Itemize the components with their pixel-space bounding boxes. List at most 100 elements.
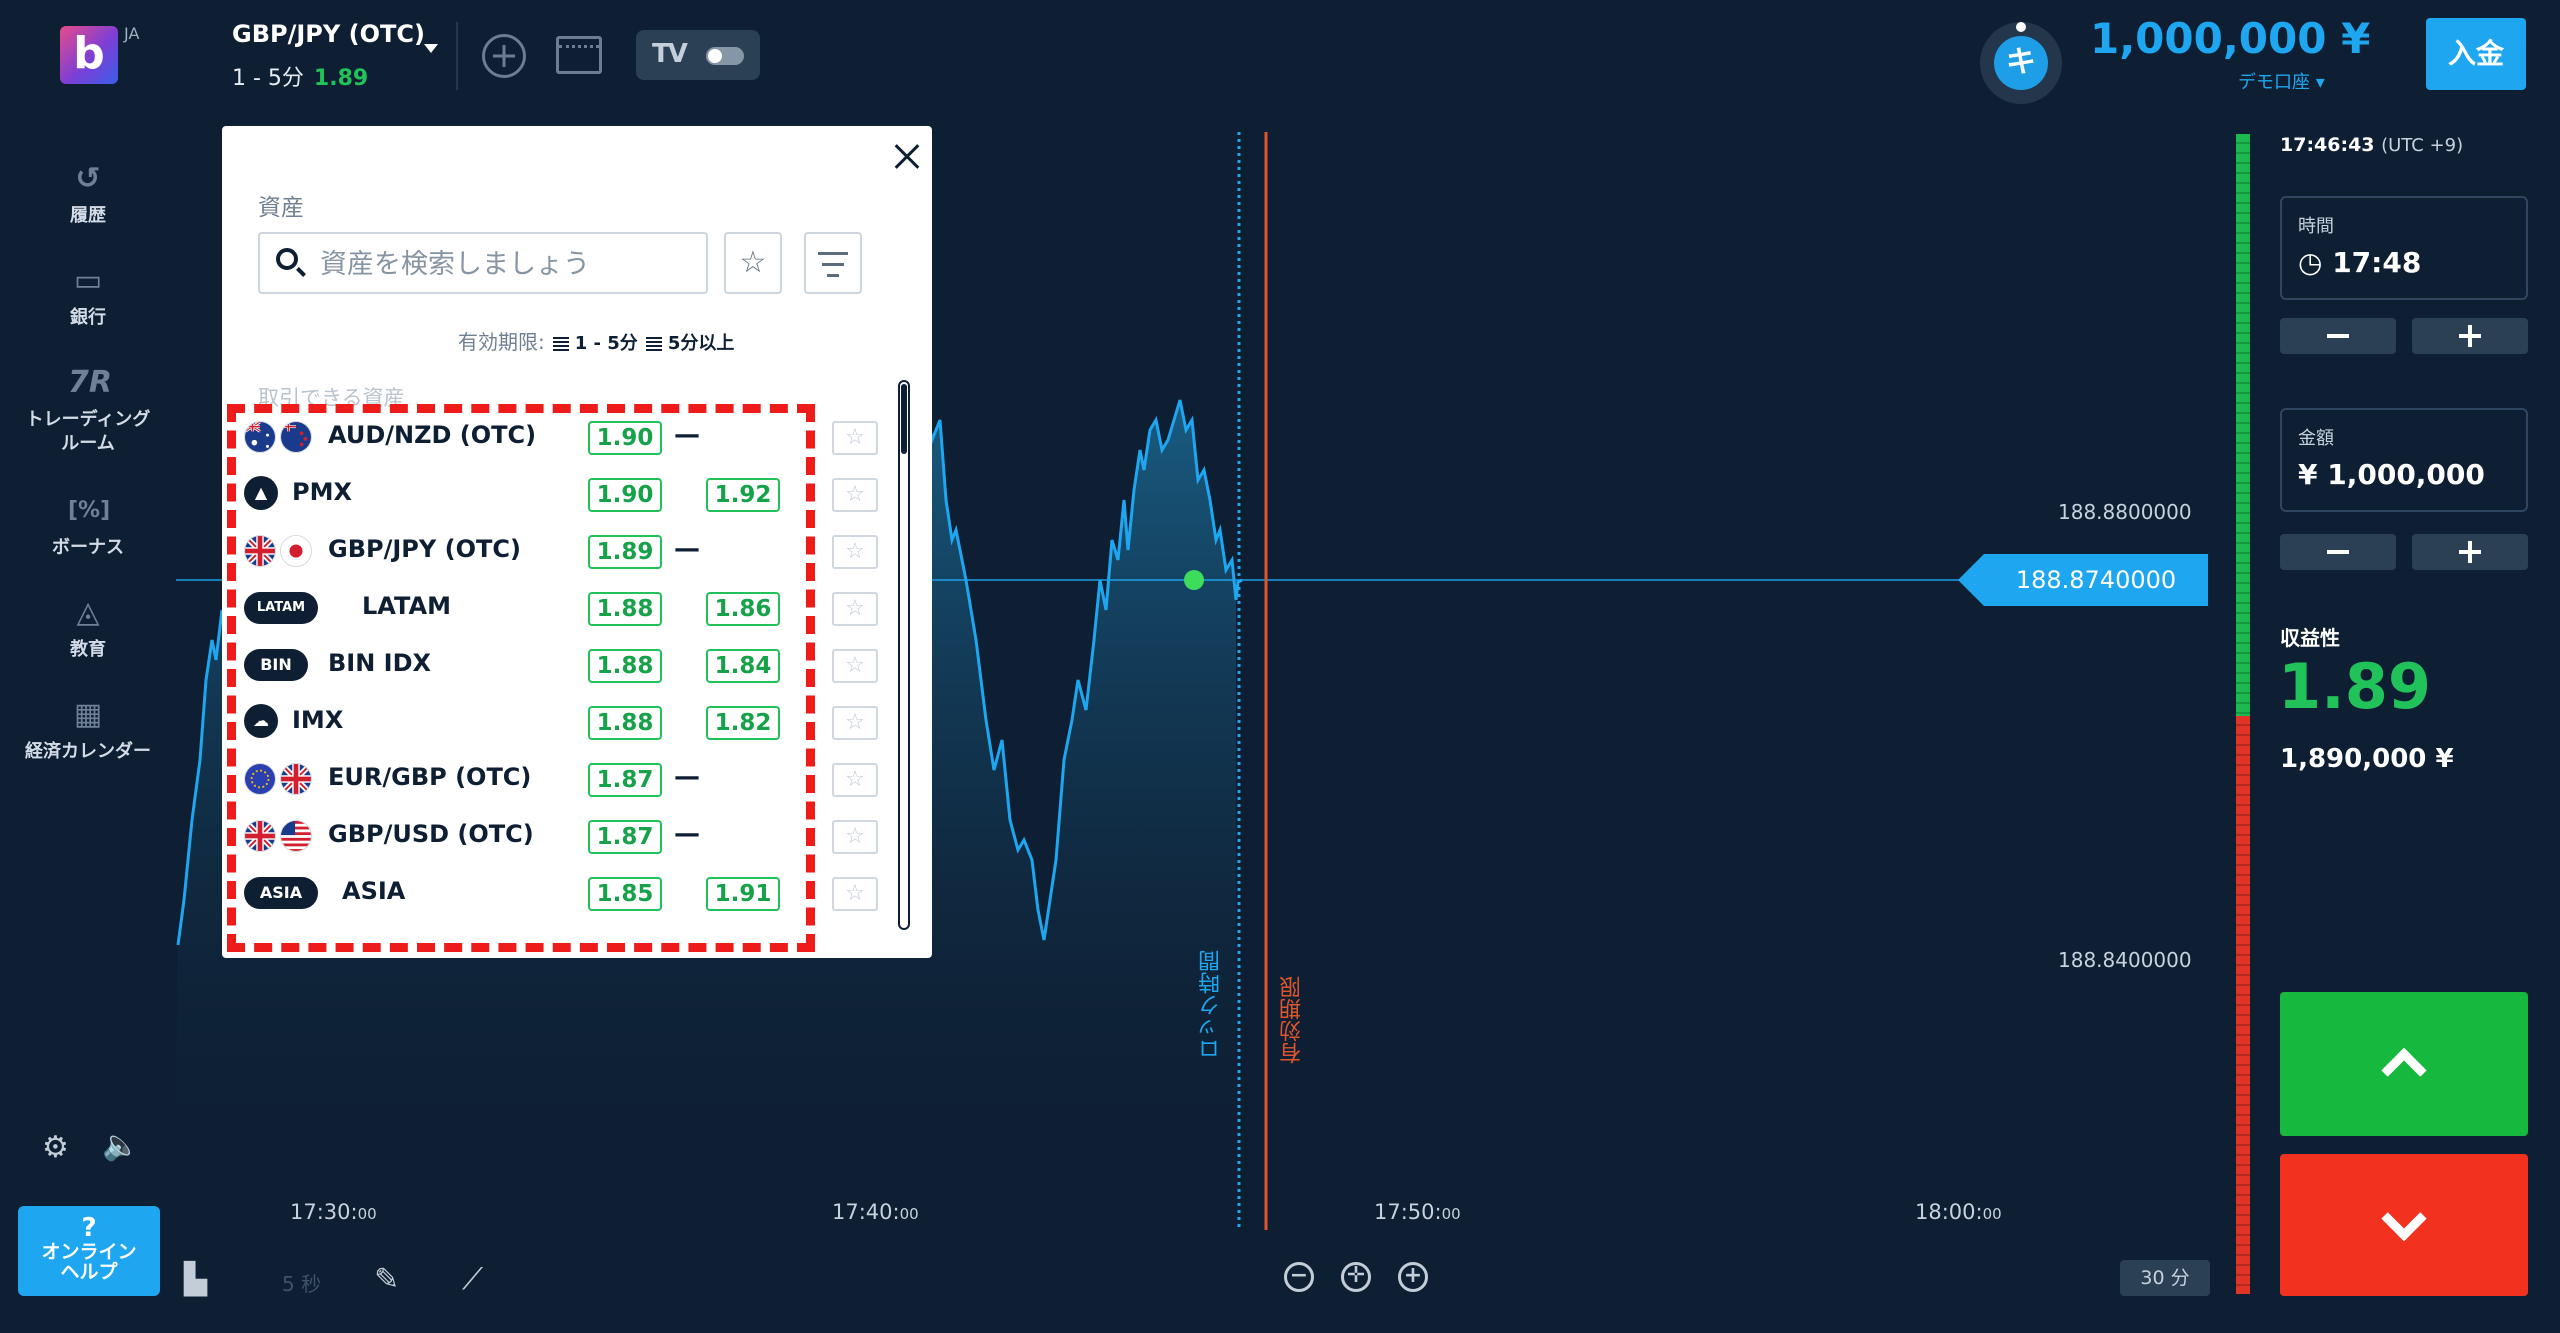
sidebar-item-calendar[interactable]: ▦ 経済カレンダー (0, 696, 176, 764)
chevron-down-icon (2381, 1195, 2427, 1242)
asset-payout: 1.89 (313, 66, 369, 91)
amount-decrease-button[interactable] (2280, 534, 2396, 570)
sidebar-item-bank[interactable]: ▭ 銀行 (0, 262, 176, 330)
layout-button[interactable] (556, 36, 602, 74)
chevron-up-icon (2381, 1047, 2427, 1094)
favorite-star-icon[interactable]: ☆ (832, 592, 878, 626)
time-decrease-button[interactable] (2280, 318, 2396, 354)
flag-jp-icon (280, 535, 312, 567)
calendar-icon: ▦ (73, 697, 103, 732)
education-icon: ◬ (76, 595, 100, 630)
profit-amount: 1,890,000 ¥ (2280, 744, 2454, 774)
close-icon[interactable] (886, 136, 926, 176)
sound-icon[interactable]: 🔈 (102, 1128, 139, 1163)
long-expiry-icon (645, 336, 662, 351)
list-item[interactable]: LATAM LATAM 1.88 1.86 ☆ (232, 579, 892, 636)
candle-period[interactable]: 5 秒 (282, 1268, 321, 1297)
search-input[interactable] (320, 244, 700, 284)
tradingview-icon: TV (652, 39, 688, 69)
sidebar-item-history[interactable]: ↺ 履歴 (0, 160, 176, 228)
reset-zoom-icon[interactable]: ✛ (1341, 1262, 1371, 1292)
filter-button[interactable] (804, 232, 862, 294)
popup-title: 資産 (258, 195, 304, 221)
zoom-out-icon[interactable]: − (1284, 1262, 1314, 1292)
time-axis-label: 17:40:00 (832, 1200, 919, 1224)
language-indicator[interactable]: JA (124, 24, 139, 43)
favorite-star-icon[interactable]: ☆ (832, 877, 878, 911)
tradingview-toggle[interactable]: TV (636, 30, 760, 80)
sidebar-item-education[interactable]: ◬ 教育 (0, 594, 176, 662)
list-item[interactable]: BIN BIN IDX 1.88 1.84 ☆ (232, 636, 892, 693)
time-selector[interactable]: 時間 ◷ 17:48 (2280, 196, 2528, 300)
payout-short: 1.87 (588, 820, 662, 854)
bonus-icon: [%] (68, 498, 111, 523)
favorite-star-icon[interactable]: ☆ (832, 421, 878, 455)
payout-long: 1.92 (706, 478, 780, 512)
toggle-switch[interactable] (706, 47, 744, 65)
amount-field[interactable]: 金額 ¥ 1,000,000 (2280, 408, 2528, 512)
list-item[interactable]: GBP/JPY (OTC) 1.89 — ☆ (232, 522, 892, 579)
sidebar-item-bonus[interactable]: [%] ボーナス (0, 492, 176, 560)
deposit-button[interactable]: 入金 (2426, 18, 2526, 90)
favorite-star-icon[interactable]: ☆ (832, 706, 878, 740)
sidebar-item-trading-room[interactable]: 7R トレーディング ルーム (0, 364, 176, 456)
call-up-button[interactable] (2280, 992, 2528, 1136)
account-type-selector[interactable]: デモ口座 ▾ (2238, 68, 2325, 94)
sentiment-meter (2236, 134, 2250, 1294)
list-item[interactable]: ASIA ASIA 1.85 1.91 ☆ (232, 864, 892, 921)
wallet-icon: ▭ (73, 263, 103, 298)
asset-name: GBP/JPY (OTC) (328, 535, 521, 563)
account-balance[interactable]: 1,000,000 ¥ (2090, 14, 2370, 63)
list-item[interactable]: ☁ IMX 1.88 1.82 ☆ (232, 693, 892, 750)
asset-name: EUR/GBP (OTC) (328, 763, 532, 791)
ruler-icon[interactable]: ✎ (374, 1262, 399, 1297)
chart-type-icon[interactable]: ▙ (184, 1262, 207, 1297)
current-price-tag: 188.8740000 (1958, 554, 2208, 606)
asset-selector[interactable]: GBP/JPY (OTC) (232, 20, 425, 48)
settings-gear-icon[interactable]: ⚙ (42, 1130, 69, 1165)
imx-index-icon: ☁ (244, 704, 278, 738)
asset-timeframe[interactable]: 1 - 5分 1.89 (232, 60, 368, 92)
put-down-button[interactable] (2280, 1154, 2528, 1296)
asset-name: ASIA (342, 877, 406, 905)
payout-short: 1.89 (588, 535, 662, 569)
favorite-star-icon[interactable]: ☆ (832, 820, 878, 854)
chevron-down-icon[interactable] (424, 44, 438, 53)
asset-name: GBP/USD (OTC) (328, 820, 534, 848)
payout-long: — (674, 762, 700, 792)
expiry-time-label: 有効期限 (1280, 976, 1305, 1064)
zoom-in-icon[interactable]: + (1398, 1262, 1428, 1292)
flag-au-icon (244, 421, 276, 453)
asset-search[interactable] (258, 232, 708, 294)
flag-gb-icon (244, 535, 276, 567)
add-chart-button[interactable] (482, 34, 526, 78)
list-item[interactable]: AUD/NZD (OTC) 1.90 — ☆ (232, 408, 892, 465)
avatar[interactable]: キ (1980, 22, 2062, 104)
payout-long: — (674, 534, 700, 564)
list-item[interactable]: EUR/GBP (OTC) 1.87 — ☆ (232, 750, 892, 807)
current-price-dot (1184, 570, 1204, 590)
list-item[interactable]: GBP/USD (OTC) 1.87 — ☆ (232, 807, 892, 864)
favorite-star-icon[interactable]: ☆ (832, 478, 878, 512)
payout-short: 1.88 (588, 649, 662, 683)
asset-name: LATAM (362, 592, 451, 620)
favorites-filter-button[interactable]: ☆ (724, 232, 782, 294)
interval-selector[interactable]: 30 分 (2120, 1260, 2210, 1296)
payout-long: 1.82 (706, 706, 780, 740)
list-item[interactable]: ▲ PMX 1.90 1.92 ☆ (232, 465, 892, 522)
drawing-tools-icon[interactable]: ⟋ (462, 1262, 483, 1297)
asset-name: BIN IDX (328, 649, 432, 677)
time-increase-button[interactable] (2412, 318, 2528, 354)
amount-increase-button[interactable] (2412, 534, 2528, 570)
sentiment-up (2236, 134, 2250, 716)
online-help-button[interactable]: ? オンライン ヘルプ (18, 1206, 160, 1296)
avatar-dot (2016, 22, 2026, 32)
logo[interactable]: b (60, 26, 118, 84)
scrollbar[interactable] (898, 380, 910, 930)
latam-index-icon: LATAM (244, 592, 318, 624)
favorite-star-icon[interactable]: ☆ (832, 763, 878, 797)
scrollbar-thumb[interactable] (901, 384, 907, 454)
favorite-star-icon[interactable]: ☆ (832, 535, 878, 569)
asset-name: AUD/NZD (OTC) (328, 421, 537, 449)
favorite-star-icon[interactable]: ☆ (832, 649, 878, 683)
